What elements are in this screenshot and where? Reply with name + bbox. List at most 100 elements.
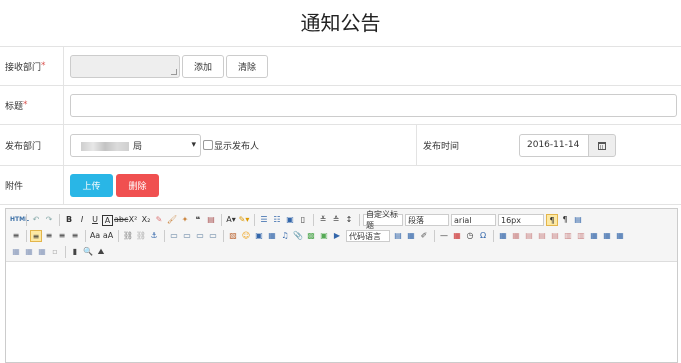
date-icon[interactable]: ▦ [451, 230, 463, 242]
search-replace-icon[interactable]: ⛰ [95, 246, 107, 258]
preview-icon[interactable]: 🔍 [82, 246, 94, 258]
align-center-icon[interactable]: ≡ [43, 230, 55, 242]
subject-label-text: 标题 [5, 101, 24, 112]
show-publisher-label: 显示发布人 [214, 141, 260, 152]
add-button[interactable]: 添加 [182, 54, 225, 78]
underline-icon[interactable]: U [89, 214, 101, 226]
special-chars-icon[interactable]: Ω [477, 230, 489, 242]
strikethrough-icon[interactable]: abc [114, 214, 128, 226]
emotion-icon[interactable]: ☺ [240, 230, 252, 242]
table-props-icon[interactable]: ▫ [49, 246, 61, 258]
clear-doc-icon[interactable]: ▯ [297, 214, 309, 226]
scrawl-icon[interactable]: ✐ [418, 230, 430, 242]
merge-down-icon[interactable]: ▦ [614, 230, 626, 242]
quote-icon[interactable]: ❝ [192, 214, 204, 226]
upload-button[interactable]: 上传 [70, 173, 113, 197]
subject-input[interactable] [70, 93, 677, 117]
font-select[interactable]: arial [451, 214, 496, 226]
row-spacing-top-icon[interactable]: ≚ [317, 214, 329, 226]
merge-cells-icon[interactable]: ▦ [588, 230, 600, 242]
ordered-list-icon[interactable]: ☰ [258, 214, 270, 226]
delete-row-icon[interactable]: ▤ [549, 230, 561, 242]
line-height-icon[interactable]: ↕ [343, 214, 355, 226]
split-cells-icon[interactable]: ▦ [10, 246, 22, 258]
insert-row-icon[interactable]: ▤ [536, 230, 548, 242]
required-mark: * [41, 61, 46, 71]
print-icon[interactable]: ▮ [69, 246, 81, 258]
pub-time-picker[interactable]: 2016-11-14 [519, 133, 616, 157]
image-none-icon[interactable]: ▭ [168, 230, 180, 242]
paste-text-icon[interactable]: ▤ [205, 214, 217, 226]
pub-dept-row: 发布部门 局 ▾ 显示发布人 发布时间 2016-11-14 [0, 125, 681, 166]
redo-icon[interactable]: ↷ [43, 214, 55, 226]
html-source-icon[interactable]: HTML [10, 214, 29, 226]
background-icon[interactable]: ▦ [405, 230, 417, 242]
font-size-select[interactable]: 16px [498, 214, 544, 226]
page-title: 通知公告 [0, 0, 681, 47]
delete-col-icon[interactable]: ▥ [575, 230, 587, 242]
pub-time-input[interactable]: 2016-11-14 [519, 133, 588, 157]
paragraph-select[interactable]: 段落 [405, 214, 449, 226]
image-right-icon[interactable]: ▭ [194, 230, 206, 242]
code-language-select[interactable]: 代码语言 [346, 230, 390, 242]
ltr-icon[interactable]: ¶ [546, 214, 558, 226]
multi-image-icon[interactable]: ▦ [266, 230, 278, 242]
row-spacing-bottom-icon[interactable]: ≙ [330, 214, 342, 226]
insert-image-icon[interactable]: ▧ [227, 230, 239, 242]
clear-button[interactable]: 清除 [226, 54, 269, 78]
pub-dept-select[interactable]: 局 ▾ [70, 133, 201, 157]
auto-format-icon[interactable]: ✦ [179, 214, 191, 226]
to-lowercase-icon[interactable]: aA [102, 230, 114, 242]
indent-text-icon[interactable]: ≡ [10, 230, 22, 242]
attachment-row: 附件 上传 删除 [0, 166, 681, 205]
merge-right-icon[interactable]: ▦ [601, 230, 613, 242]
undo-icon[interactable]: ↶ [30, 214, 42, 226]
calendar-icon[interactable] [588, 133, 616, 157]
heading-select[interactable]: 自定义标题 [363, 210, 403, 230]
indent-icon[interactable]: ▤ [572, 214, 584, 226]
pub-dept-select-value: 局 [133, 141, 143, 152]
music-icon[interactable]: ♫ [279, 230, 291, 242]
unlink-icon[interactable]: ⛓ [135, 230, 147, 242]
horizontal-rule-icon[interactable]: — [438, 230, 450, 242]
template-icon[interactable]: ▤ [392, 230, 404, 242]
video-icon[interactable]: ▶ [331, 230, 343, 242]
anchor-icon[interactable]: ⚓ [148, 230, 160, 242]
superscript-icon[interactable]: X² [127, 214, 139, 226]
delete-button[interactable]: 删除 [116, 173, 159, 197]
split-cols-icon[interactable]: ▦ [36, 246, 48, 258]
show-publisher-checkbox[interactable]: 显示发布人 [203, 139, 259, 152]
checkbox-box[interactable] [203, 140, 213, 150]
italic-icon[interactable]: I [76, 214, 88, 226]
to-uppercase-icon[interactable]: Aa [89, 230, 101, 242]
frame-icon[interactable]: ▣ [318, 230, 330, 242]
align-justify-icon[interactable]: ≡ [69, 230, 81, 242]
image-left-icon[interactable]: ▭ [181, 230, 193, 242]
time-icon[interactable]: ◷ [464, 230, 476, 242]
recv-dept-textarea[interactable] [70, 54, 180, 78]
attachment-icon[interactable]: 📎 [292, 230, 304, 242]
align-right-icon[interactable]: ≡ [56, 230, 68, 242]
font-color-icon[interactable]: A▾ [225, 214, 237, 226]
fullscreen-icon[interactable]: ▣ [284, 214, 296, 226]
screenshot-icon[interactable]: ▣ [253, 230, 265, 242]
unordered-list-icon[interactable]: ☷ [271, 214, 283, 226]
delete-table-icon[interactable]: ▦ [510, 230, 522, 242]
image-center-icon[interactable]: ▭ [207, 230, 219, 242]
split-rows-icon[interactable]: ▦ [23, 246, 35, 258]
link-icon[interactable]: ⛓ [122, 230, 134, 242]
attachment-label: 附件 [0, 166, 64, 204]
background-color-icon[interactable]: ✎▾ [238, 214, 250, 226]
eraser-icon[interactable]: ✎ [153, 214, 165, 226]
rtl-icon[interactable]: ¶ [559, 214, 571, 226]
format-brush-icon[interactable]: 🖌 [166, 214, 178, 226]
font-border-icon[interactable]: A [102, 214, 113, 226]
map-icon[interactable]: ▩ [305, 230, 317, 242]
insert-para-before-icon[interactable]: ▤ [523, 230, 535, 242]
subscript-icon[interactable]: X₂ [140, 214, 152, 226]
chevron-down-icon: ▾ [191, 140, 196, 150]
insert-col-icon[interactable]: ▥ [562, 230, 574, 242]
bold-icon[interactable]: B [63, 214, 75, 226]
align-left-icon[interactable]: ≡ [30, 230, 42, 242]
insert-table-icon[interactable]: ▦ [497, 230, 509, 242]
